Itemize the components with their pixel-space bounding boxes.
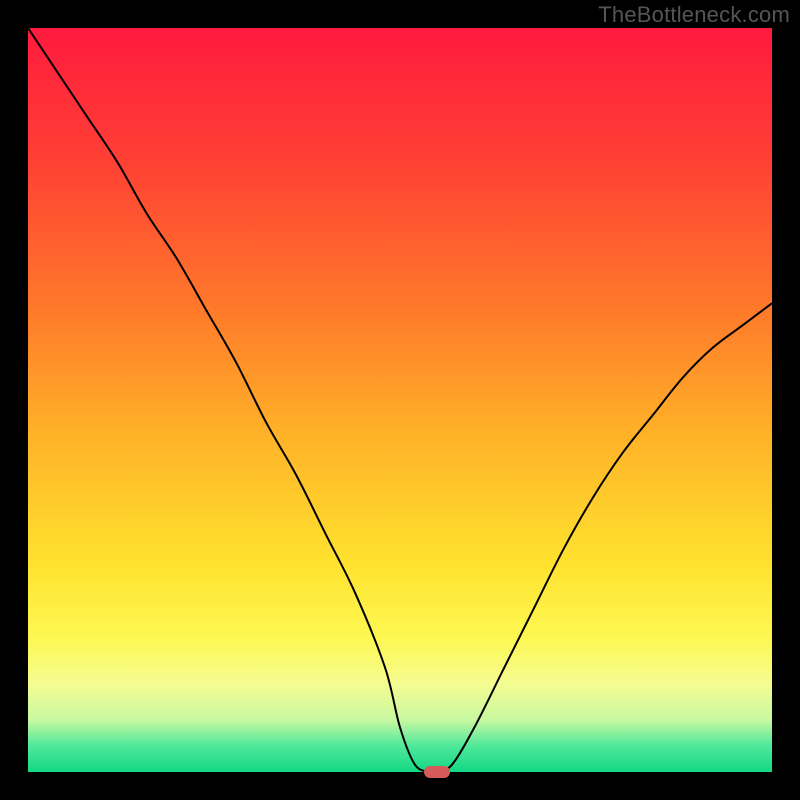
gradient-background [28, 28, 772, 772]
optimal-point-marker [424, 766, 450, 778]
watermark-text: TheBottleneck.com [598, 2, 790, 28]
plot-area [28, 28, 772, 772]
chart-frame: TheBottleneck.com [0, 0, 800, 800]
gradient-plot [28, 28, 772, 772]
